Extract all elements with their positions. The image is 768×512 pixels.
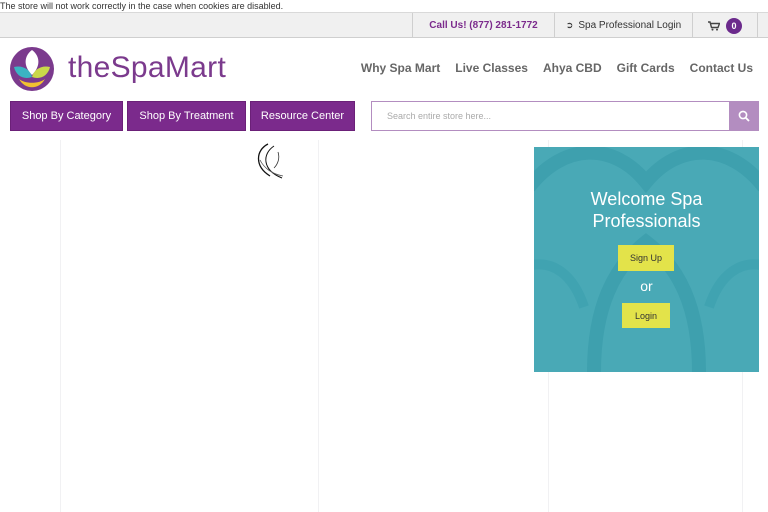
search-icon [738, 110, 750, 122]
shop-by-category-button[interactable]: Shop By Category [10, 101, 123, 131]
bg-stripe [318, 140, 319, 512]
bg-stripe [60, 140, 61, 512]
nav-live-classes[interactable]: Live Classes [455, 61, 528, 75]
search-bar [371, 101, 759, 131]
spamart-logo-icon[interactable] [9, 46, 55, 92]
call-us-link[interactable]: Call Us! (877) 281-1772 [412, 13, 554, 38]
welcome-spa-professionals-panel: Welcome Spa Professionals Sign Up or Log… [534, 147, 759, 372]
search-button[interactable] [729, 102, 758, 130]
cart-icon [708, 20, 720, 31]
nav-contact-us[interactable]: Contact Us [690, 61, 753, 75]
search-input[interactable] [372, 102, 730, 130]
login-button[interactable]: Login [622, 303, 670, 328]
welcome-title-line2: Professionals [592, 211, 701, 231]
pro-login-label: Spa Professional Login [578, 20, 682, 31]
cart-count-badge: 0 [726, 17, 742, 34]
loading-spinner-icon [257, 143, 284, 179]
nav-ahya-cbd[interactable]: Ahya CBD [543, 61, 602, 75]
sign-in-icon: ➲ [565, 20, 574, 30]
nav-why-spa-mart[interactable]: Why Spa Mart [361, 61, 440, 75]
cart-button[interactable]: 0 [692, 13, 758, 38]
page: The store will not work correctly in the… [0, 0, 768, 512]
welcome-title-line1: Welcome Spa [590, 189, 703, 209]
shop-by-treatment-button[interactable]: Shop By Treatment [127, 101, 246, 131]
welcome-title: Welcome Spa Professionals [534, 188, 759, 232]
sign-up-button[interactable]: Sign Up [618, 245, 674, 271]
cookie-notice: The store will not work correctly in the… [0, 1, 284, 11]
resource-center-button[interactable]: Resource Center [250, 101, 355, 131]
nav-gift-cards[interactable]: Gift Cards [617, 61, 675, 75]
spa-professional-login-link[interactable]: ➲ Spa Professional Login [554, 13, 692, 38]
main-nav: Why Spa Mart Live Classes Ahya CBD Gift … [361, 61, 753, 75]
or-separator: or [640, 278, 653, 294]
top-bar: Call Us! (877) 281-1772 ➲ Spa Profession… [0, 12, 768, 38]
brand-name[interactable]: theSpaMart [68, 50, 226, 86]
